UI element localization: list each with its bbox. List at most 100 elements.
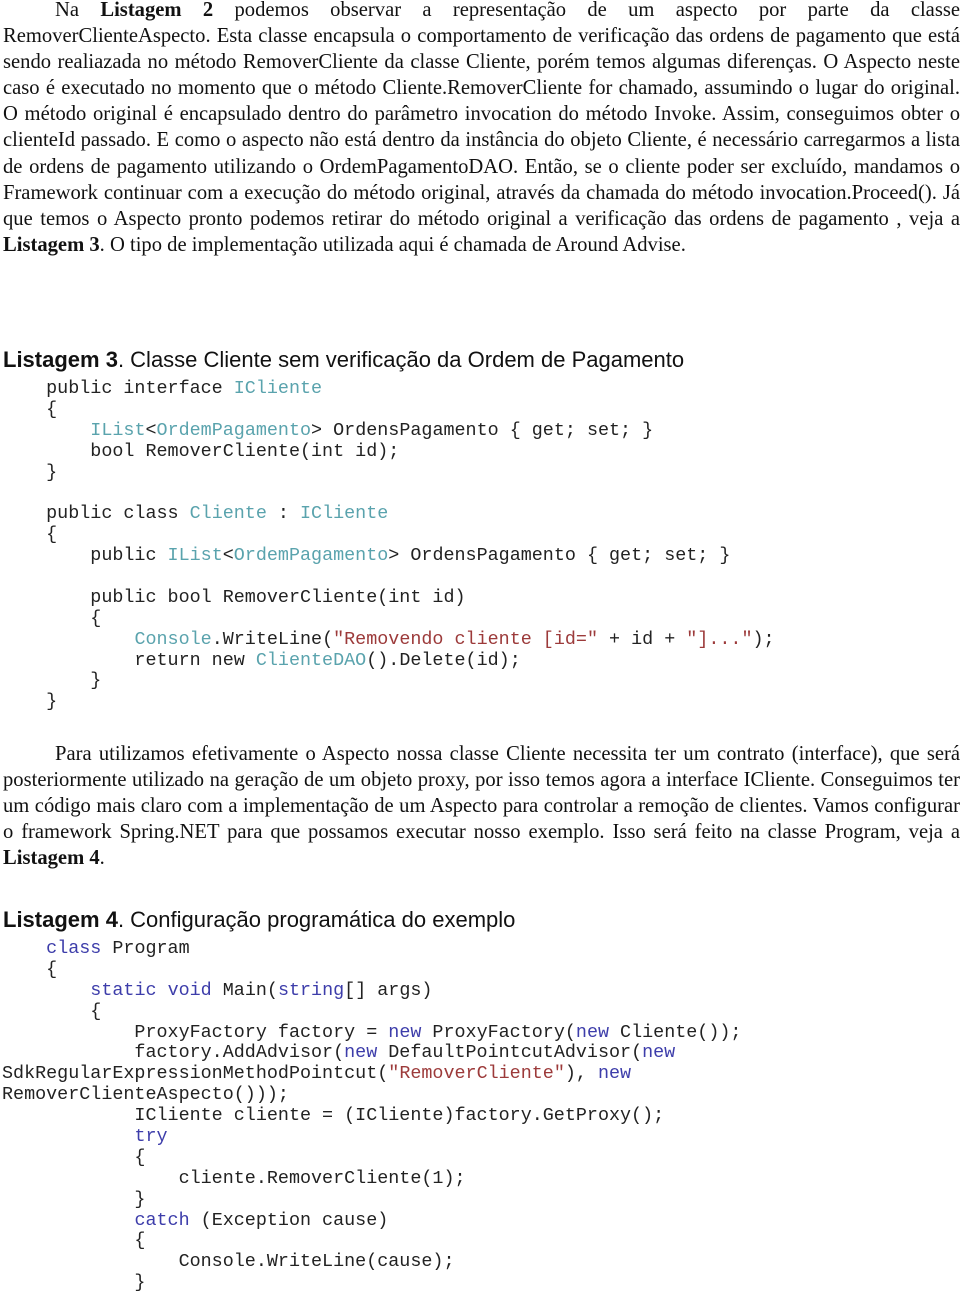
code-token: { bbox=[2, 1000, 102, 1022]
code-line: factory.AddAdvisor(new DefaultPointcutAd… bbox=[2, 1043, 741, 1064]
paragraph-text: Na bbox=[55, 0, 101, 21]
listing-4-code-block: class Program { static void Main(string[… bbox=[2, 938, 742, 1294]
code-line: IList<OrdemPagamento> OrdensPagamento { … bbox=[2, 419, 775, 442]
code-token: ProxyFactory factory = bbox=[2, 1021, 389, 1043]
code-token: Cliente()); bbox=[609, 1021, 742, 1043]
code-token: } bbox=[2, 1188, 146, 1210]
code-line: catch (Exception cause) bbox=[2, 1210, 741, 1232]
code-token: cliente.RemoverCliente(1); bbox=[2, 1167, 466, 1189]
listing-label: Listagem 4 bbox=[3, 907, 118, 932]
code-token: } bbox=[2, 461, 58, 483]
code-line: } bbox=[2, 671, 775, 692]
listing-3-code-block: public interface ICliente { IList<OrdemP… bbox=[2, 378, 775, 713]
code-token: public bbox=[2, 545, 168, 567]
code-keyword-token: new bbox=[642, 1042, 676, 1064]
code-token: Main( bbox=[211, 979, 278, 1001]
code-token: ), bbox=[564, 1063, 598, 1085]
code-token: ().Delete(id); bbox=[366, 649, 521, 671]
code-line: public class Cliente : ICliente bbox=[2, 503, 775, 525]
code-keyword-token: static bbox=[90, 979, 157, 1001]
code-line: RemoverClienteAspecto())); bbox=[2, 1084, 741, 1106]
code-line: Console.WriteLine(cause); bbox=[2, 1251, 741, 1273]
listing-title: . Configuração programática do exemplo bbox=[117, 907, 516, 932]
code-token: } bbox=[2, 1272, 146, 1294]
code-type-token: IList bbox=[167, 545, 223, 567]
code-type-token: OrdemPagamento bbox=[233, 545, 389, 567]
code-line: { bbox=[2, 399, 775, 421]
code-line: ProxyFactory factory = new ProxyFactory(… bbox=[2, 1021, 742, 1044]
code-line: try bbox=[2, 1126, 741, 1148]
code-token: public bool RemoverCliente(int id) bbox=[2, 586, 466, 608]
code-line: public IList<OrdemPagamento> OrdensPagam… bbox=[2, 545, 775, 567]
code-type-token: Cliente bbox=[189, 503, 267, 525]
listing-reference: Listagem 4 bbox=[3, 847, 100, 870]
listing-3-caption: Listagem 3. Classe Cliente sem verificaç… bbox=[3, 347, 684, 373]
code-type-token: IList bbox=[90, 419, 146, 441]
code-keyword-token: new bbox=[575, 1021, 610, 1043]
code-token: public interface bbox=[2, 378, 234, 399]
code-token: [] args) bbox=[344, 979, 433, 1001]
code-token: } bbox=[2, 670, 102, 692]
code-token: { bbox=[2, 958, 58, 980]
code-token: .WriteLine( bbox=[211, 628, 334, 650]
code-line: Console.WriteLine("Removendo cliente [id… bbox=[2, 628, 775, 651]
code-line: { bbox=[2, 1231, 741, 1252]
code-line: public bool RemoverCliente(int id) bbox=[2, 586, 775, 609]
code-token: { bbox=[2, 607, 102, 629]
code-keyword-token: try bbox=[134, 1126, 168, 1148]
code-line: class Program bbox=[2, 938, 741, 960]
code-string-token: "]..." bbox=[686, 628, 753, 650]
code-token: : bbox=[266, 503, 300, 525]
code-token: DefaultPointcutAdvisor( bbox=[377, 1042, 643, 1064]
code-token: > OrdensPagamento { get; set; } bbox=[311, 419, 654, 441]
paragraph-text: . O tipo de implementação utilizada aqui… bbox=[99, 233, 686, 256]
paragraph-interface-explanation: Para utilizamos efetivamente o Aspecto n… bbox=[3, 741, 960, 871]
code-token: { bbox=[2, 524, 58, 546]
code-line: public interface ICliente bbox=[2, 378, 775, 400]
code-token: Program bbox=[101, 938, 190, 959]
code-token: ); bbox=[752, 628, 775, 650]
code-token: RemoverClienteAspecto())); bbox=[2, 1084, 289, 1106]
code-token: } bbox=[2, 691, 58, 713]
paragraph-text: . bbox=[99, 847, 105, 870]
code-type-token: ClienteDAO bbox=[255, 649, 367, 671]
code-token: factory.AddAdvisor( bbox=[2, 1042, 345, 1064]
code-line: } bbox=[2, 461, 775, 484]
code-token: Console.WriteLine(cause); bbox=[2, 1251, 455, 1273]
code-keyword-token: class bbox=[46, 938, 102, 959]
code-token: { bbox=[2, 1230, 146, 1252]
code-keyword-token: new bbox=[597, 1063, 632, 1085]
code-type-token: Console bbox=[134, 628, 212, 650]
code-type-token: ICliente bbox=[233, 378, 323, 399]
code-line: } bbox=[2, 1188, 741, 1211]
code-token: return new bbox=[2, 649, 256, 671]
listing-title: . Classe Cliente sem verificação da Orde… bbox=[117, 347, 685, 372]
code-line: { bbox=[2, 958, 741, 981]
code-line: { bbox=[2, 607, 775, 630]
code-line: bool RemoverCliente(int id); bbox=[2, 441, 775, 463]
code-keyword-token: new bbox=[344, 1042, 378, 1064]
code-keyword-token: string bbox=[277, 979, 345, 1001]
code-line: } bbox=[2, 1272, 741, 1294]
code-token: > OrdensPagamento { get; set; } bbox=[388, 545, 731, 567]
code-line: cliente.RemoverCliente(1); bbox=[2, 1167, 741, 1190]
code-line: { bbox=[2, 1000, 741, 1023]
code-token: public class bbox=[2, 503, 190, 525]
code-keyword-token: new bbox=[388, 1021, 422, 1043]
paragraph-text: Para utilizamos efetivamente o Aspecto n… bbox=[3, 743, 960, 844]
code-token: < bbox=[145, 419, 157, 441]
code-line: { bbox=[2, 524, 775, 546]
code-line: { bbox=[2, 1147, 741, 1169]
code-line: } bbox=[2, 691, 775, 713]
code-type-token: ICliente bbox=[300, 503, 389, 525]
paragraph-text: podemos observar a representação de um a… bbox=[3, 0, 960, 230]
code-line: static void Main(string[] args) bbox=[2, 979, 741, 1002]
